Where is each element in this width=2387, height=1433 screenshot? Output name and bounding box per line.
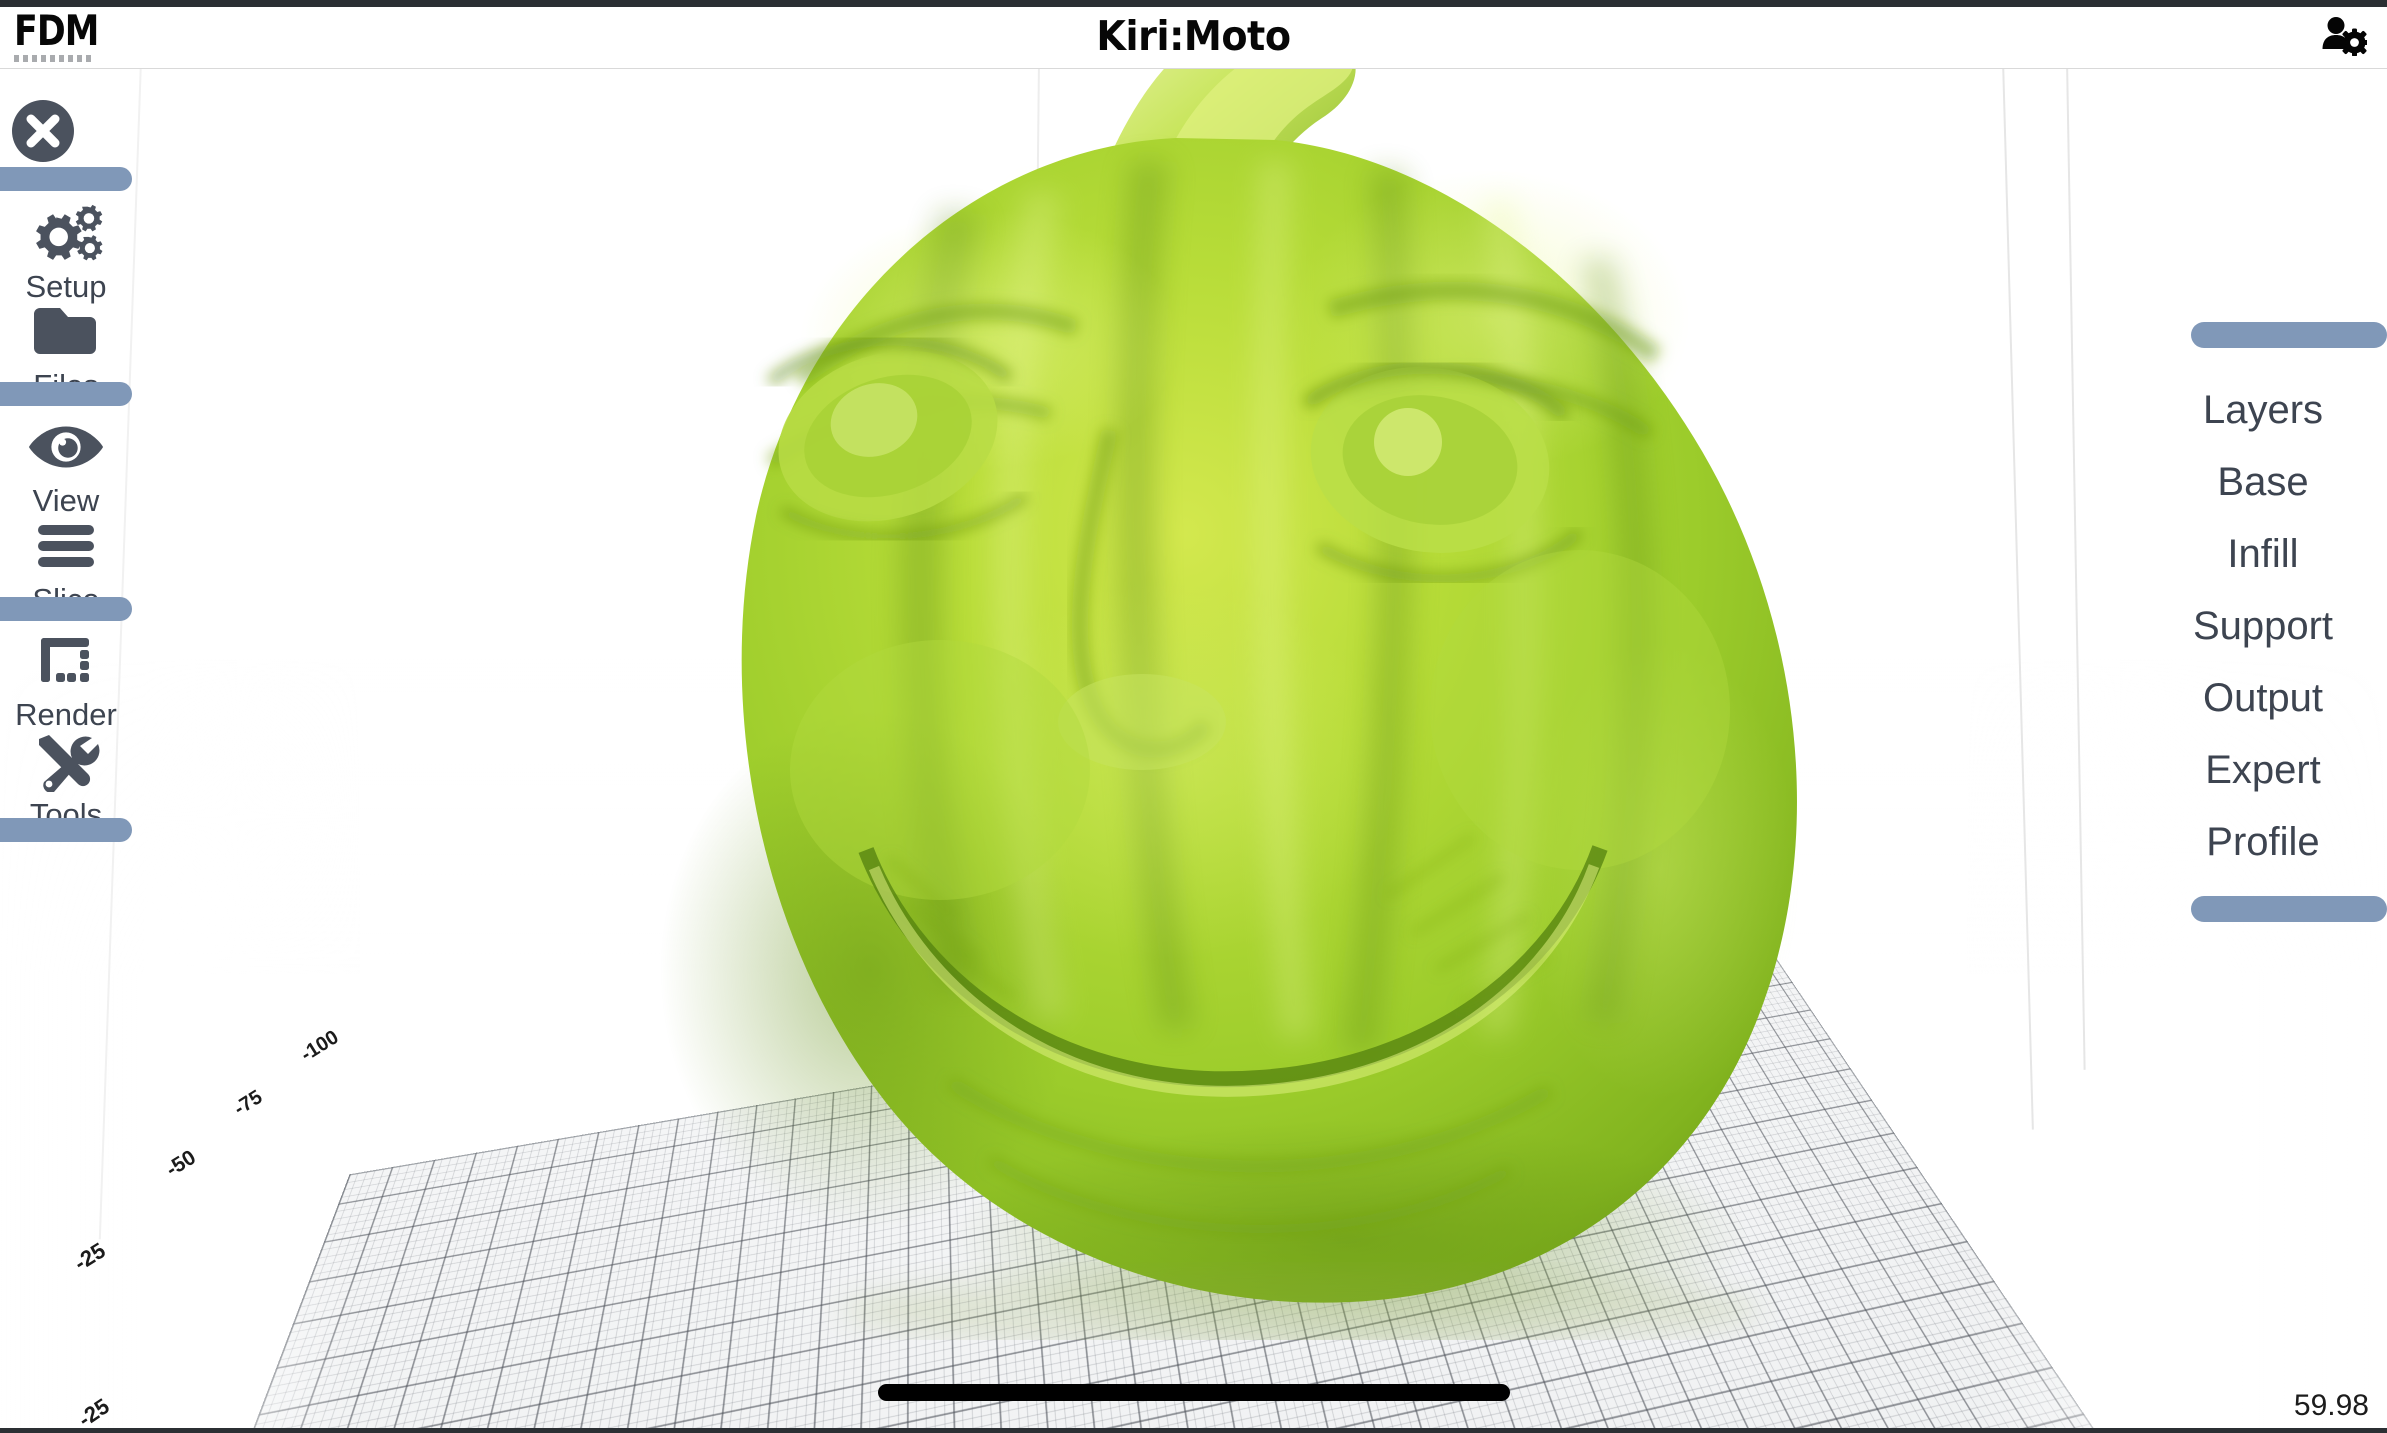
sidebar-divider [0,818,132,842]
user-gear-icon [2322,17,2367,56]
page-title: Kiri:Moto [1096,12,1291,60]
menu-item-profile[interactable]: Profile [2147,806,2387,878]
hamburger-icon [27,513,105,579]
account-settings-button[interactable] [2317,11,2371,61]
menu-item-expert[interactable]: Expert [2147,734,2387,806]
kirimoto-app: -100 -75 -50 -25 -25 FDM Kiri:Moto Setup… [0,0,2387,1433]
gears-icon [27,200,105,266]
folder-icon [27,299,105,365]
sidebar-divider [0,382,132,406]
sidebar-item-label: Render [15,697,117,732]
menu-item-infill[interactable]: Infill [2147,518,2387,590]
right-menu-list: Layers Base Infill Support Output Expert… [2147,348,2387,878]
mode-badge-underline [14,55,92,62]
crop-dashed-icon [27,628,105,694]
right-menu: Layers Base Infill Support Output Expert… [2147,322,2387,922]
eye-icon [27,414,105,480]
app-header: FDM Kiri:Moto [0,6,2387,69]
sidebar-item-tools[interactable]: Tools [0,728,132,832]
layer-slider[interactable] [878,1384,1510,1401]
sidebar-divider [0,597,132,621]
close-button[interactable] [12,100,74,162]
right-menu-divider-bottom [2191,896,2387,922]
menu-item-base[interactable]: Base [2147,446,2387,518]
measurement-readout: 59.98 [2293,1389,2369,1422]
left-sidebar: Setup Files View [0,70,132,1360]
window-top-strip [0,0,2387,7]
sidebar-item-render[interactable]: Render [0,628,132,732]
pumpkin-model[interactable] [470,10,1890,1340]
menu-item-support[interactable]: Support [2147,590,2387,662]
window-bottom-strip [0,1428,2387,1433]
menu-item-layers[interactable]: Layers [2147,374,2387,446]
tools-icon [27,728,105,794]
3d-viewport[interactable]: -100 -75 -50 -25 -25 [0,0,2387,1433]
sidebar-item-setup[interactable]: Setup [0,200,132,304]
menu-item-output[interactable]: Output [2147,662,2387,734]
sidebar-divider [0,167,132,191]
right-menu-divider-top [2191,322,2387,348]
sidebar-item-view[interactable]: View [0,414,132,518]
close-circle-icon [12,100,74,162]
